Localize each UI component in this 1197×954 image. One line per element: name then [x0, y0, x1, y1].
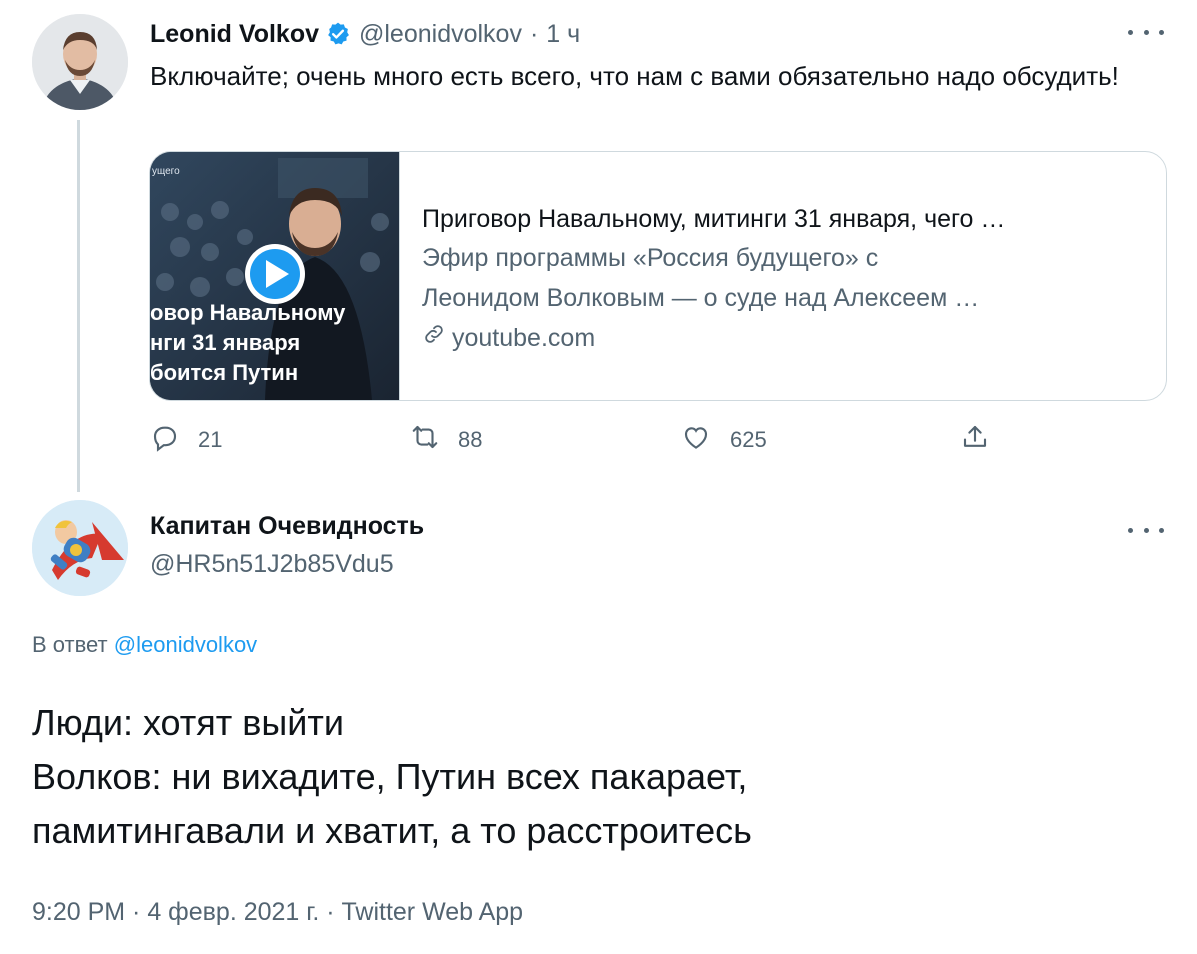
- thumbnail-caption-line: нги 31 января: [150, 330, 301, 355]
- like-button[interactable]: 625: [680, 418, 767, 462]
- thumbnail-caption-line: овор Навальному: [150, 300, 346, 325]
- reply-author-name[interactable]: Капитан Очевидность: [150, 512, 424, 541]
- card-body: Приговор Навальному, митинги 31 января, …: [422, 200, 1152, 358]
- more-options-icon[interactable]: [1128, 520, 1164, 540]
- avatar-leonid-volkov[interactable]: [32, 14, 128, 110]
- reply-text-line: Люди: хотят выйти: [32, 702, 344, 743]
- thread-connector-line: [77, 120, 80, 492]
- avatar-kapitan-ochevidnost[interactable]: [32, 500, 128, 596]
- card-description-line: Эфир программы «Россия будущего» с: [422, 244, 879, 272]
- retweet-icon: [410, 422, 440, 458]
- heart-icon: [680, 422, 712, 458]
- replying-to-handle-link[interactable]: @leonidvolkov: [114, 632, 257, 657]
- card-domain-text: youtube.com: [452, 324, 596, 352]
- more-options-icon[interactable]: [1128, 22, 1164, 42]
- replying-to-prefix: В ответ: [32, 632, 108, 657]
- reply-icon: [150, 422, 180, 458]
- thumbnail-caption: овор Навальному нги 31 января боится Пут…: [150, 298, 345, 388]
- card-title: Приговор Навальному, митинги 31 января, …: [422, 205, 1006, 233]
- link-icon: [422, 318, 446, 358]
- reply-button[interactable]: 21: [150, 418, 222, 462]
- card-description-line: Леонидом Волковым — о суде над Алексеем …: [422, 284, 980, 312]
- tweet1-text: Включайте; очень много есть всего, что н…: [150, 61, 1119, 91]
- verified-badge-icon: [325, 21, 351, 47]
- reply-text-line: Волков: ни вихадите, Путин всех пакарает…: [32, 756, 748, 797]
- tweet1-header: Leonid Volkov @leonidvolkov · 1 ч: [150, 14, 580, 54]
- thumbnail-top-caption: ущего: [152, 166, 180, 177]
- author-handle[interactable]: @leonidvolkov: [359, 20, 522, 49]
- thumbnail-caption-line: боится Путин: [150, 360, 299, 385]
- retweet-count: 88: [458, 427, 483, 452]
- reply-text-line: памитингавали и хватит, а то расстроитес…: [32, 810, 752, 851]
- reply-author-handle[interactable]: @HR5n51J2b85Vdu5: [150, 550, 394, 579]
- replying-to: В ответ @leonidvolkov: [32, 632, 257, 658]
- link-preview-card[interactable]: ущего овор Навальному нги 31 января боит…: [149, 151, 1167, 401]
- tweet-time[interactable]: 1 ч: [546, 20, 580, 49]
- author-name[interactable]: Leonid Volkov: [150, 20, 319, 49]
- reply-count: 21: [198, 427, 223, 452]
- tweet-timestamp-source[interactable]: 9:20 PM · 4 февр. 2021 г. · Twitter Web …: [32, 898, 523, 927]
- like-count: 625: [730, 427, 767, 452]
- reply-tweet-text: Люди: хотят выйти Волков: ни вихадите, П…: [32, 696, 1172, 858]
- video-thumbnail[interactable]: ущего овор Навальному нги 31 января боит…: [150, 152, 400, 400]
- retweet-button[interactable]: 88: [410, 418, 482, 462]
- card-domain: youtube.com: [422, 318, 1152, 358]
- share-icon: [960, 422, 990, 458]
- share-button[interactable]: [960, 418, 990, 462]
- separator-dot: ·: [529, 19, 539, 48]
